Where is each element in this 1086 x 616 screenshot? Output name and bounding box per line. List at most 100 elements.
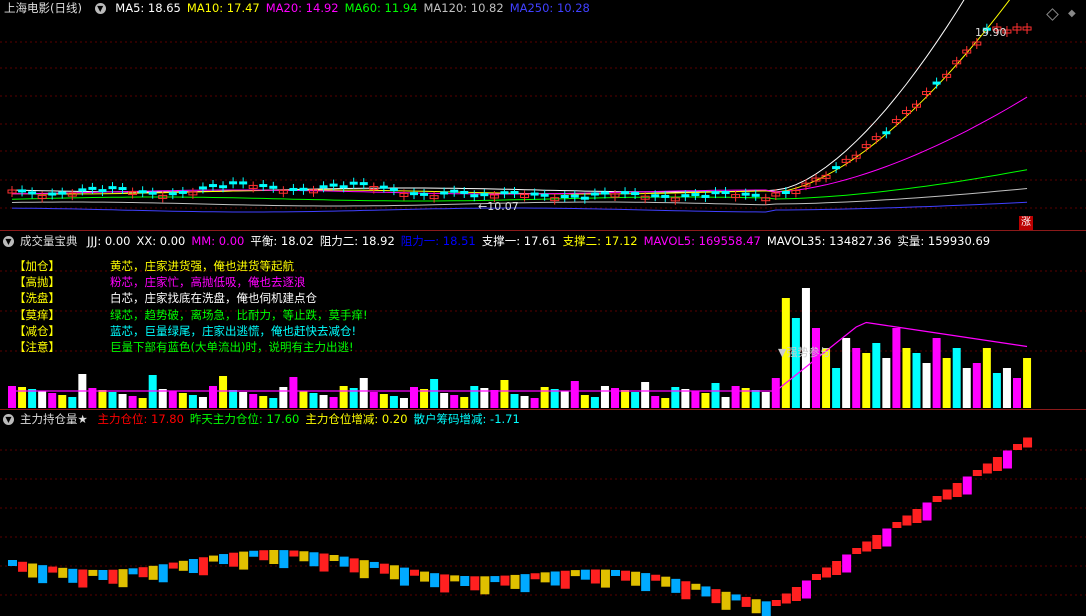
legend-text: 粉芯，庄家忙，高抛低吸，俺也去逐浪 [110, 275, 306, 290]
candle-body [78, 188, 87, 192]
holding-bar [389, 565, 399, 580]
candle-body [98, 189, 107, 193]
candle-body [88, 186, 97, 190]
volume-bar [600, 386, 609, 408]
candle-body [540, 193, 549, 197]
low-price-value: 10.07 [487, 200, 519, 213]
candle-body [289, 187, 298, 191]
holding-bar [470, 576, 480, 591]
holding-bar [822, 567, 832, 578]
holding-bar [128, 568, 138, 575]
volume-bar [972, 363, 981, 408]
candle-body [28, 191, 37, 195]
holding-bar [430, 573, 440, 588]
candle-body [148, 191, 157, 195]
volume-bar [158, 389, 167, 408]
holding-bar [972, 470, 982, 476]
legend-text: 白芯，庄家找底在洗盘，俺也伺机建点仓 [110, 291, 317, 306]
volume-bar [962, 368, 971, 408]
candle-body [198, 186, 207, 190]
volume-bar [460, 397, 469, 408]
holding-bar [701, 586, 711, 597]
volume-bar [510, 394, 519, 408]
volume-bar [259, 396, 268, 408]
volume-bar [138, 398, 147, 408]
ma-line [11, 96, 1028, 195]
volume-bar [299, 391, 308, 408]
volume-bar [28, 389, 37, 408]
volume-bar [641, 382, 650, 408]
volume-bar [359, 378, 368, 408]
holding-bar [279, 550, 289, 569]
holding-bar [711, 589, 721, 604]
candle-body [470, 194, 479, 198]
volume-bar [339, 386, 348, 408]
volume-bar [912, 353, 921, 408]
holding-bar [992, 457, 1002, 471]
up-badge: 涨 [1019, 216, 1033, 230]
legend-tag: 【莫痒】 [14, 307, 60, 322]
volume-bar [530, 398, 539, 408]
holding-bar [801, 580, 811, 599]
volume-bar [399, 398, 408, 408]
holding-panel: ▼ 主力持仓量★ 主力仓位: 17.80 昨天主力仓位: 17.60 主力仓位增减: … [0, 410, 1086, 616]
holding-bar [681, 581, 691, 600]
volume-bar [691, 391, 700, 408]
holding-bar [812, 574, 821, 580]
candle-body [741, 192, 750, 196]
volume-bar [771, 378, 780, 408]
holding-bar [691, 583, 701, 590]
volume-bar [269, 398, 278, 408]
holding-bar [731, 594, 741, 601]
volume-bar [249, 394, 258, 408]
holding-bar [249, 550, 259, 557]
volume-bar [239, 392, 248, 408]
candle-body [832, 166, 841, 170]
volume-bar [761, 392, 770, 408]
legend-text: 巨量下部有蓝色(大单流出)时，说明有主力出逃! [110, 340, 354, 355]
ma-line [11, 169, 1028, 202]
holding-bar [651, 574, 661, 581]
volume-bar [1002, 368, 1011, 408]
volume-bar [892, 328, 901, 408]
volume-bar [842, 338, 851, 408]
volume-bar [631, 392, 640, 408]
volume-bar [1023, 358, 1032, 408]
ma-line [11, 0, 965, 193]
legend-row: 【注意】 巨量下部有蓝色(大单流出)时，说明有主力出逃! [14, 339, 368, 355]
volume-bar [852, 348, 861, 408]
holding-bar [359, 560, 369, 579]
legend-text: 绿芯，趋势破，离场急，比耐力，等止跌，莫手痒! [110, 307, 368, 322]
candle-body [590, 192, 599, 196]
holding-bar [872, 535, 882, 549]
holding-bar [912, 509, 922, 523]
holding-bar [530, 573, 540, 580]
volume-bar [882, 358, 891, 408]
volume-bar [369, 392, 378, 408]
holding-bar [349, 558, 359, 573]
holding-bar [761, 601, 771, 616]
holding-bar [219, 554, 229, 565]
volume-legend: 【加仓】 黄芯，庄家进货强，俺也进货等起航 【高抛】 粉芯，庄家忙，高抛低吸，俺也去逐… [14, 258, 368, 355]
candle-body [681, 194, 690, 198]
holding-bar [229, 552, 239, 567]
holding-bar [500, 575, 510, 586]
holding-bar [1013, 444, 1022, 450]
holding-bar [68, 568, 78, 583]
volume-bar [701, 393, 710, 408]
volume-bar [952, 348, 961, 408]
volume-bar [500, 380, 509, 408]
holding-bar [771, 600, 781, 606]
collapse-icon[interactable]: ◆ [1068, 8, 1076, 19]
holding-bar [832, 561, 842, 575]
holding-bar [540, 572, 550, 583]
candle-body [510, 191, 519, 195]
volume-bar [580, 395, 589, 408]
volume-bar [229, 390, 238, 408]
holding-bar [8, 560, 17, 566]
holding-bar [148, 565, 158, 580]
holding-bar [98, 569, 108, 580]
holding-bar [188, 559, 198, 574]
volume-bar [58, 395, 67, 408]
volume-bar [560, 391, 569, 408]
